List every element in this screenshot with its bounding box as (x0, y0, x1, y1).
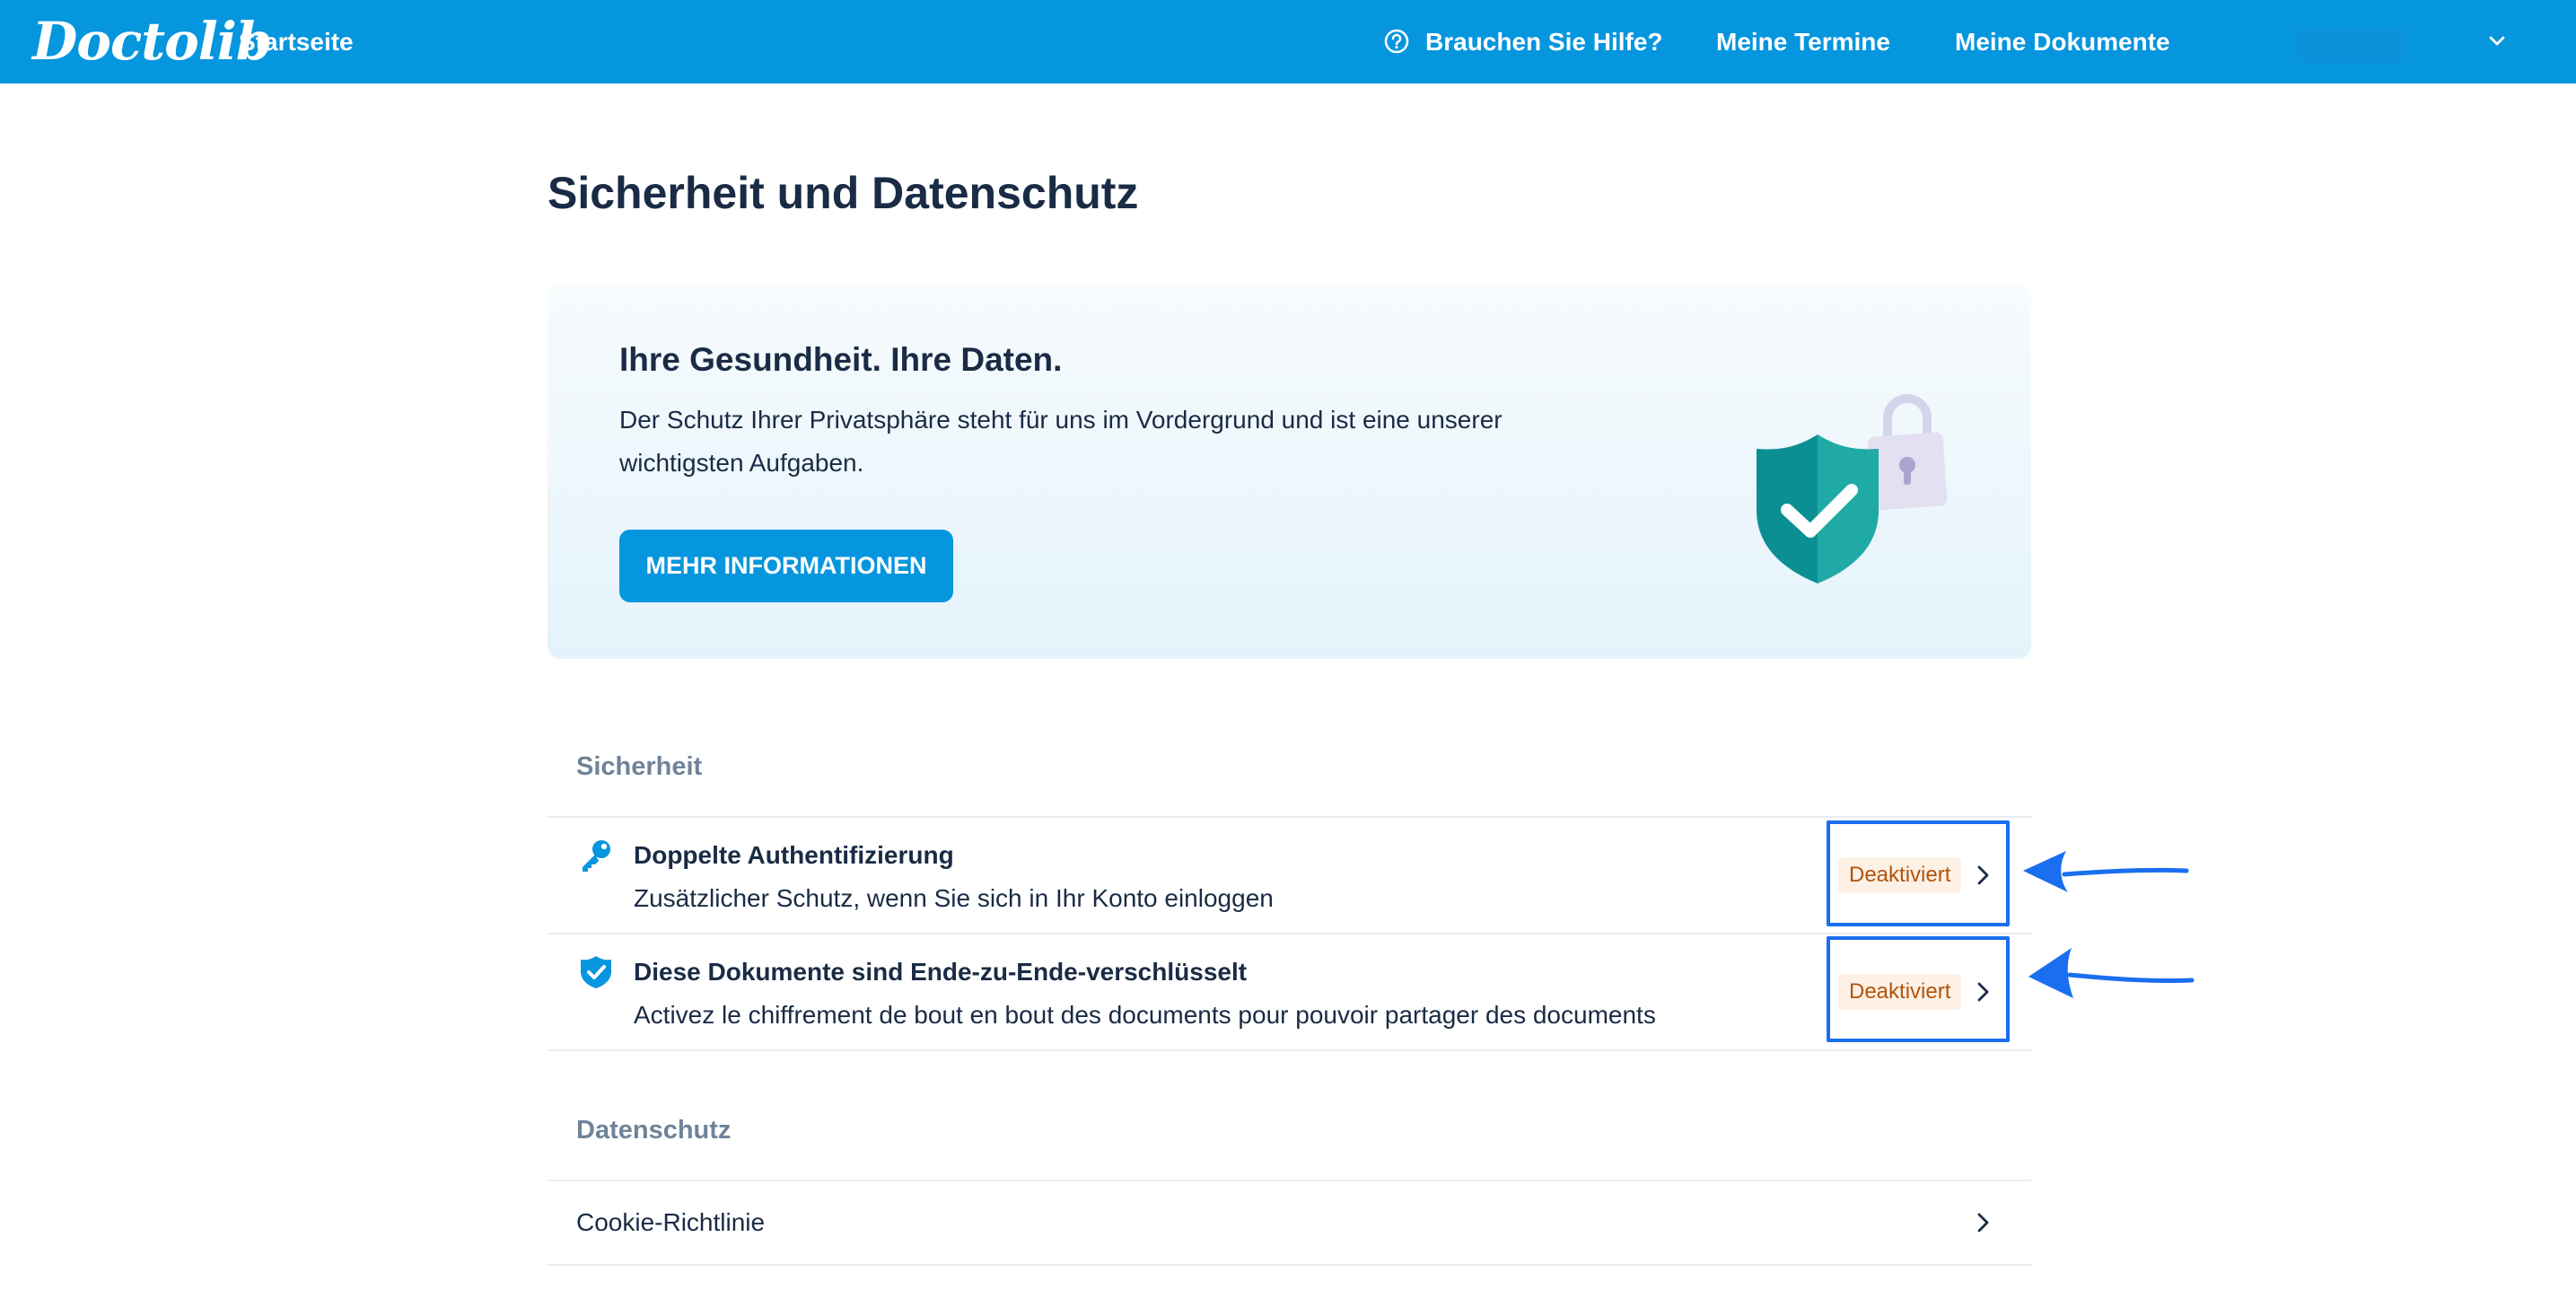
top-navigation-bar: Doctolib Startseite Brauchen Sie Hilfe? … (0, 0, 2576, 83)
chevron-right-icon (1977, 1213, 1989, 1232)
privacy-hero-card: Ihre Gesundheit. Ihre Daten. Der Schutz … (548, 285, 2031, 659)
section-heading-datenschutz: Datenschutz (576, 1116, 732, 1145)
page-title: Sicherheit und Datenschutz (548, 168, 1139, 218)
annotation-highlight-box (1827, 820, 2010, 926)
nav-help-link[interactable]: Brauchen Sie Hilfe? (1425, 0, 1663, 83)
hero-title: Ihre Gesundheit. Ihre Daten. (619, 341, 1063, 378)
divider (548, 1264, 2031, 1266)
more-information-button[interactable]: MEHR INFORMATIONEN (619, 530, 953, 602)
row-description: Zusätzlicher Schutz, wenn Sie sich in Ih… (634, 884, 1274, 912)
row-title: Doppelte Authentifizierung (634, 841, 954, 869)
row-title: Diese Dokumente sind Ende-zu-Ende-versch… (634, 958, 1248, 986)
nav-meine-termine[interactable]: Meine Termine (1716, 0, 1890, 83)
row-cookie-policy[interactable]: Cookie-Richtlinie (548, 1181, 2031, 1264)
shield-check-icon (581, 956, 611, 988)
annotation-highlight-box (1827, 936, 2010, 1042)
section-heading-sicherheit: Sicherheit (576, 752, 703, 781)
divider (548, 1049, 2031, 1051)
row-title: Cookie-Richtlinie (576, 1208, 766, 1236)
annotation-arrow-icon (2028, 948, 2195, 998)
account-menu-redacted[interactable] (2298, 27, 2405, 63)
shield-lock-illustration-icon (1757, 394, 1948, 583)
annotation-arrow-icon (2023, 851, 2189, 892)
nav-meine-dokumente[interactable]: Meine Dokumente (1955, 0, 2170, 83)
chevron-down-icon[interactable] (2481, 27, 2513, 56)
row-description: Activez le chiffrement de bout en bout d… (634, 1001, 1656, 1029)
row-end-to-end-encryption[interactable]: Diese Dokumente sind Ende-zu-Ende-versch… (548, 934, 2031, 1049)
doctolib-logo[interactable]: Doctolib (32, 7, 272, 75)
help-circle-icon[interactable] (1383, 28, 1410, 55)
row-two-factor-auth[interactable]: Doppelte Authentifizierung Zusätzlicher … (548, 818, 2031, 933)
key-icon (583, 840, 610, 872)
nav-startseite[interactable]: Startseite (239, 0, 354, 83)
hero-description: Der Schutz Ihrer Privatsphäre steht für … (619, 406, 1503, 477)
